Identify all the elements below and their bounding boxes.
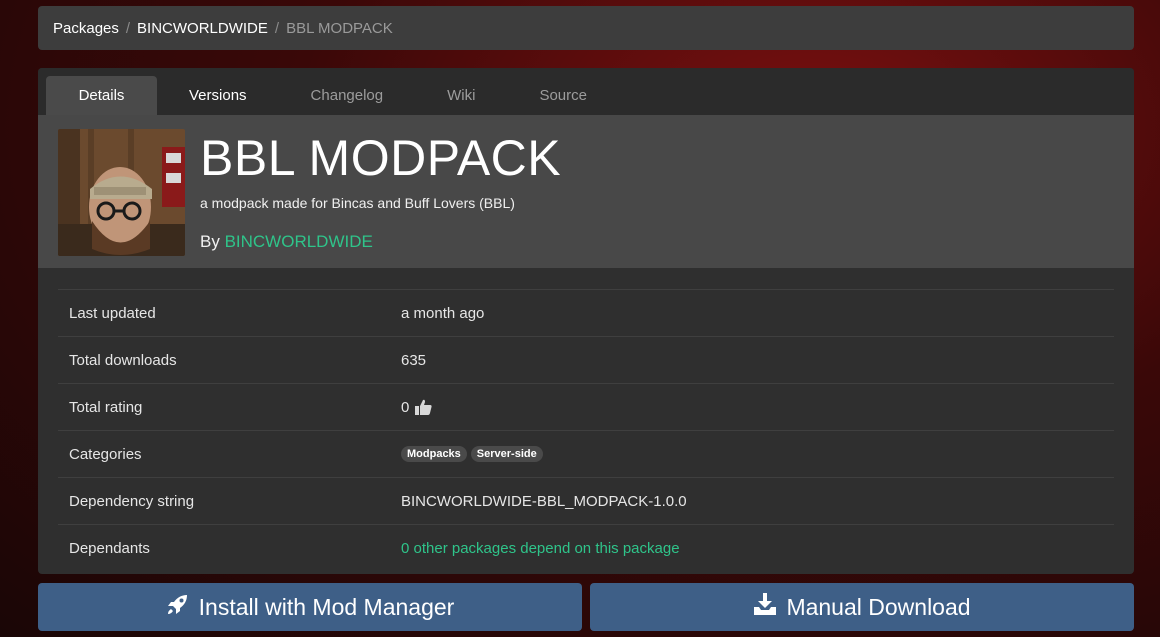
total-downloads-label: Total downloads [69,351,177,369]
breadcrumb-owner-link[interactable]: BINCWORLDWIDE [137,20,268,37]
breadcrumb-packages-link[interactable]: Packages [53,20,119,37]
dependency-string-label: Dependency string [69,492,195,510]
total-rating-value-wrap: 0 [401,399,432,416]
breadcrumb: Packages / BINCWORLDWIDE / BBL MODPACK [38,6,1134,50]
dependency-string-value: BINCWORLDWIDE-BBL_MODPACK-1.0.0 [401,492,687,510]
info-row-last-updated: Last updated a month ago [58,289,1114,336]
categories-list: Modpacks Server-side [401,446,547,462]
thumbs-up-icon[interactable] [415,399,432,415]
package-title: BBL MODPACK [200,130,562,186]
tab-wiki[interactable]: Wiki [415,76,507,115]
breadcrumb-separator: / [125,19,131,37]
install-button-label: Install with Mod Manager [198,593,455,620]
tab-versions[interactable]: Versions [157,76,279,115]
total-downloads-value: 635 [401,351,427,369]
manual-download-button[interactable]: Manual Download [590,583,1134,631]
tab-source[interactable]: Source [507,76,619,115]
tab-details[interactable]: Details [46,76,157,115]
info-row-dependency-string: Dependency string BINCWORLDWIDE-BBL_MODP… [58,477,1114,524]
package-card: Details Versions Changelog Wiki Source B… [38,68,1134,574]
info-row-dependants: Dependants 0 other packages depend on th… [58,524,1114,571]
tab-changelog[interactable]: Changelog [279,76,416,115]
author-link[interactable]: BINCWORLDWIDE [225,232,373,251]
by-prefix: By [200,232,225,251]
info-row-categories: Categories Modpacks Server-side [58,430,1114,477]
category-tag-server-side[interactable]: Server-side [470,446,543,462]
tab-bar: Details Versions Changelog Wiki Source [38,68,1134,115]
rocket-icon [166,592,199,622]
total-rating-value: 0 [401,398,410,416]
breadcrumb-separator: / [274,19,280,37]
breadcrumb-current: BBL MODPACK [286,19,393,37]
last-updated-value: a month ago [401,304,485,322]
install-with-mod-manager-button[interactable]: Install with Mod Manager [38,583,582,631]
dependants-label: Dependants [69,539,150,557]
info-row-total-rating: Total rating 0 [58,383,1114,430]
category-tag-modpacks[interactable]: Modpacks [401,446,467,462]
manual-download-label: Manual Download [786,593,971,620]
info-row-total-downloads: Total downloads 635 [58,336,1114,383]
package-avatar [58,129,185,256]
categories-label: Categories [69,445,142,463]
download-icon [753,592,786,622]
package-author-line: By BINCWORLDWIDE [200,232,373,252]
last-updated-label: Last updated [69,304,156,322]
dependants-link[interactable]: 0 other packages depend on this package [401,540,680,557]
package-header: BBL MODPACK a modpack made for Bincas an… [38,115,1134,268]
package-description: a modpack made for Bincas and Buff Lover… [200,195,515,211]
package-info-table: Last updated a month ago Total downloads… [38,268,1134,571]
total-rating-label: Total rating [69,398,143,416]
